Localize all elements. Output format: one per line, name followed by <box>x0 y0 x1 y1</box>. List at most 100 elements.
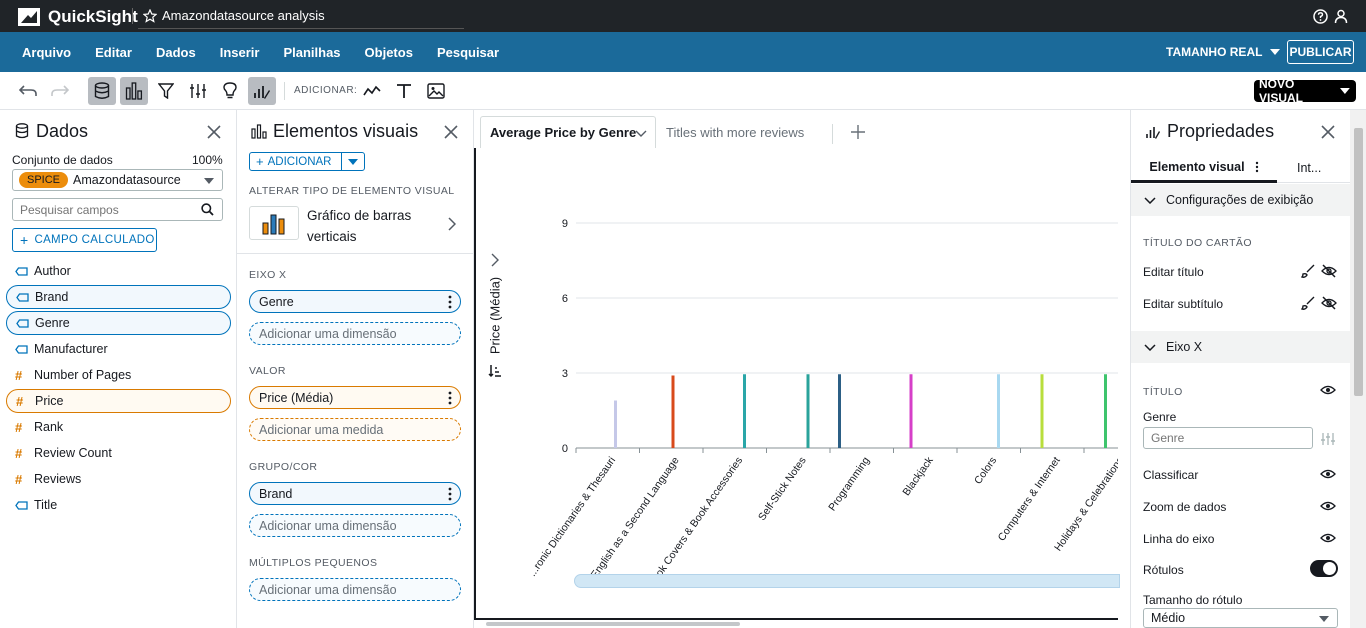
small-multiples-add-dimension[interactable]: Adicionar uma dimensão <box>249 578 461 601</box>
split-divider <box>341 153 342 170</box>
add-visual-button[interactable] <box>358 77 386 105</box>
tab-titles-with-more-reviews[interactable]: Titles with more reviews <box>666 116 804 148</box>
filter-button[interactable] <box>152 77 180 105</box>
menu-dados[interactable]: Dados <box>144 45 208 60</box>
menu-objetos[interactable]: Objetos <box>353 45 425 60</box>
chart-type-line1: Gráfico de barras <box>307 208 412 223</box>
field-number-of-pages[interactable]: # Number of Pages <box>6 363 231 387</box>
field-manufacturer[interactable]: Manufacturer <box>6 337 231 361</box>
quicksight-logo[interactable]: QuickSight <box>18 7 138 27</box>
chart-type-name[interactable]: Gráfico de barras verticais <box>307 205 411 247</box>
tab-average-price-by-genre[interactable]: Average Price by Genre <box>480 116 656 148</box>
chevron-down-icon[interactable] <box>635 130 647 137</box>
undo-icon <box>19 85 37 96</box>
add-image-button[interactable] <box>422 77 450 105</box>
eye-icon[interactable] <box>1320 384 1336 396</box>
properties-toggle-button[interactable] <box>248 77 276 105</box>
axis-title-input[interactable] <box>1151 428 1301 448</box>
star-icon[interactable] <box>143 8 157 23</box>
eye-hidden-icon[interactable] <box>1321 296 1337 310</box>
bar[interactable] <box>997 374 1000 448</box>
eye-icon[interactable] <box>1320 468 1336 480</box>
add-text-button[interactable] <box>390 77 418 105</box>
field-author[interactable]: Author <box>6 259 231 283</box>
analysis-title[interactable]: Amazondatasource analysis <box>143 8 325 23</box>
eye-icon[interactable] <box>1320 500 1336 512</box>
label-size-select[interactable]: Médio <box>1143 608 1338 628</box>
menu-inserir[interactable]: Inserir <box>208 45 272 60</box>
bar[interactable] <box>1040 374 1044 448</box>
more-options-icon[interactable] <box>448 487 452 501</box>
calculated-field-button[interactable]: + CAMPO CALCULADO <box>12 228 157 252</box>
x-axis-field-well[interactable]: Genre <box>249 290 461 313</box>
analysis-name[interactable]: Amazondatasource analysis <box>162 8 325 23</box>
menu-editar[interactable]: Editar <box>83 45 144 60</box>
vertical-scrollbar-thumb[interactable] <box>1354 128 1363 396</box>
bar[interactable] <box>806 374 810 448</box>
search-input[interactable] <box>20 199 200 220</box>
caret-down-icon[interactable] <box>348 159 358 165</box>
undo-button[interactable] <box>14 77 42 105</box>
close-icon[interactable] <box>1321 125 1335 139</box>
field-price[interactable]: # Price <box>6 389 231 413</box>
x-axis-section-label: EIXO X <box>249 269 287 281</box>
dataset-select[interactable]: SPICE Amazondatasource <box>12 169 223 191</box>
menu-pesquisar[interactable]: Pesquisar <box>425 45 511 60</box>
more-options-icon[interactable] <box>448 391 452 405</box>
parameters-button[interactable] <box>184 77 212 105</box>
group-field-well[interactable]: Brand <box>249 482 461 505</box>
field-brand[interactable]: Brand <box>6 285 231 309</box>
close-icon[interactable] <box>207 125 221 139</box>
bar-chart[interactable]: 0369...ronic Dictionaries & ThesauriEngl… <box>496 188 1118 588</box>
paintbrush-icon[interactable] <box>1301 296 1315 310</box>
bar[interactable] <box>838 374 841 448</box>
field-review-count[interactable]: # Review Count <box>6 441 231 465</box>
search-icon[interactable] <box>201 203 214 216</box>
x-axis-add-dimension[interactable]: Adicionar uma dimensão <box>249 322 461 345</box>
menu-planilhas[interactable]: Planilhas <box>271 45 352 60</box>
chevron-right-icon[interactable] <box>448 217 456 231</box>
more-options-icon[interactable] <box>448 295 452 309</box>
bar[interactable] <box>1104 374 1107 448</box>
eye-icon[interactable] <box>1320 532 1336 544</box>
bar[interactable] <box>909 374 913 448</box>
field-reviews[interactable]: # Reviews <box>6 467 231 491</box>
new-visual-button[interactable]: NOVO VISUAL <box>1254 77 1356 105</box>
sliders-icon[interactable] <box>1321 432 1335 446</box>
dimension-tag-icon <box>6 266 28 276</box>
bar[interactable] <box>614 400 617 449</box>
field-genre[interactable]: Genre <box>6 311 231 335</box>
chart-range-slider[interactable] <box>574 574 1120 588</box>
value-add-measure[interactable]: Adicionar uma medida <box>249 418 461 441</box>
section-x-axis[interactable]: Eixo X <box>1131 331 1350 363</box>
visual-card[interactable]: Price (Média) 0 3 6 9 ...ronic Dictionaries … <box>474 148 1120 620</box>
tab-visual[interactable]: Elemento visual <box>1131 153 1277 183</box>
chart-type-thumbnail[interactable] <box>249 206 299 240</box>
field-label: Review Count <box>34 446 112 460</box>
insights-button[interactable] <box>216 77 244 105</box>
add-button[interactable]: ADICIONAR <box>268 156 332 168</box>
field-rank[interactable]: # Rank <box>6 415 231 439</box>
help-icon[interactable] <box>1313 9 1328 24</box>
close-icon[interactable] <box>444 125 458 139</box>
bar[interactable] <box>743 374 746 448</box>
visuals-panel-button[interactable] <box>120 77 148 105</box>
section-display-settings[interactable]: Configurações de exibição <box>1131 184 1350 216</box>
publish-button[interactable]: PUBLICAR <box>1287 40 1354 64</box>
bar[interactable] <box>671 375 675 449</box>
menu-arquivo[interactable]: Arquivo <box>10 45 83 60</box>
size-dropdown[interactable]: TAMANHO REAL <box>1166 45 1281 59</box>
group-add-dimension[interactable]: Adicionar uma dimensão <box>249 514 461 537</box>
eye-hidden-icon[interactable] <box>1321 264 1337 278</box>
redo-button[interactable] <box>46 77 74 105</box>
value-field-well[interactable]: Price (Média) <box>249 386 461 409</box>
labels-toggle[interactable] <box>1310 560 1338 577</box>
user-icon[interactable] <box>1334 9 1348 24</box>
field-title[interactable]: Title <box>6 493 231 517</box>
tab-interactions[interactable]: Int... <box>1297 161 1321 175</box>
more-options-icon[interactable] <box>1255 161 1259 173</box>
paintbrush-icon[interactable] <box>1301 264 1315 278</box>
horizontal-scrollbar[interactable] <box>486 622 740 626</box>
data-panel-button[interactable] <box>88 77 116 105</box>
add-sheet-icon[interactable] <box>851 125 865 139</box>
